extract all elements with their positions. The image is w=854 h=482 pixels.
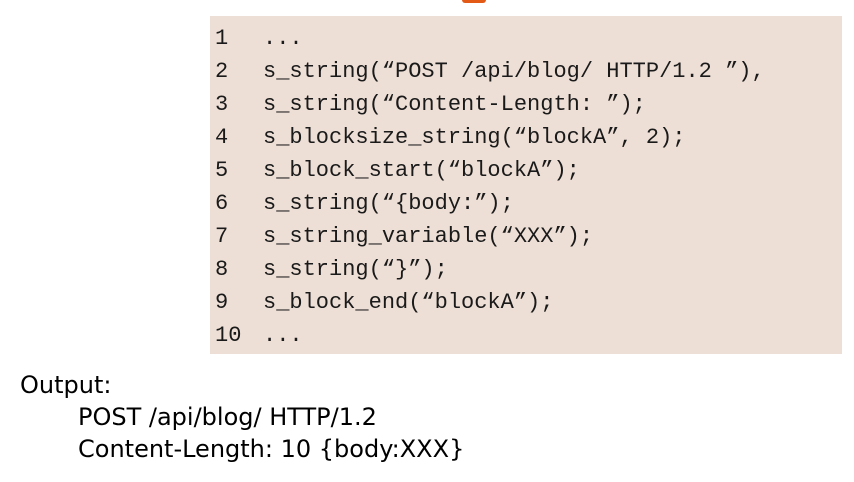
code-text: s_block_end(“blockA”); xyxy=(263,290,554,315)
code-block: 1... 2 s_string(“POST /api/blog/ HTTP/1.2… xyxy=(210,16,842,354)
code-line-1: 1... xyxy=(215,22,765,55)
code-line-8: 8 s_string(“}”); xyxy=(215,253,765,286)
code-line-10: 10... xyxy=(215,319,765,352)
line-number: 1 xyxy=(215,26,229,51)
code-line-9: 9 s_block_end(“blockA”); xyxy=(215,286,765,319)
line-number: 8 xyxy=(215,257,229,282)
code-lines: 1... 2 s_string(“POST /api/blog/ HTTP/1.2… xyxy=(215,22,765,352)
code-line-6: 6 s_string(“{body:”); xyxy=(215,187,765,220)
code-text: s_string(“POST /api/blog/ HTTP/1.2 ”), xyxy=(263,59,765,84)
code-text: ... xyxy=(263,323,303,348)
code-line-3: 3 s_string(“Content-Length: ”); xyxy=(215,88,765,121)
code-line-4: 4 s_blocksize_string(“blockA”, 2); xyxy=(215,121,765,154)
line-number: 3 xyxy=(215,92,229,117)
line-number: 5 xyxy=(215,158,229,183)
code-text: s_string(“}”); xyxy=(263,257,448,282)
output-label: Output: xyxy=(20,371,112,399)
code-text: s_string(“{body:”); xyxy=(263,191,514,216)
code-text: s_string_variable(“XXX”); xyxy=(263,224,594,249)
code-text: s_block_start(“blockA”); xyxy=(263,158,580,183)
output-section: Output: POST /api/blog/ HTTP/1.2 Content… xyxy=(20,369,464,465)
code-text: ... xyxy=(263,26,303,51)
line-number: 7 xyxy=(215,224,229,249)
accent-mark xyxy=(462,0,486,3)
output-line-request: POST /api/blog/ HTTP/1.2 xyxy=(78,403,377,431)
code-line-5: 5 s_block_start(“blockA”); xyxy=(215,154,765,187)
line-number: 2 xyxy=(215,59,229,84)
code-line-7: 7 s_string_variable(“XXX”); xyxy=(215,220,765,253)
line-number: 9 xyxy=(215,290,229,315)
output-line-header: Content-Length: 10 {body:XXX} xyxy=(78,435,465,463)
line-number: 6 xyxy=(215,191,229,216)
line-number: 4 xyxy=(215,125,229,150)
code-text: s_string(“Content-Length: ”); xyxy=(263,92,646,117)
line-number: 10 xyxy=(215,323,242,348)
code-line-2: 2 s_string(“POST /api/blog/ HTTP/1.2 ”), xyxy=(215,55,765,88)
code-text: s_blocksize_string(“blockA”, 2); xyxy=(263,125,686,150)
